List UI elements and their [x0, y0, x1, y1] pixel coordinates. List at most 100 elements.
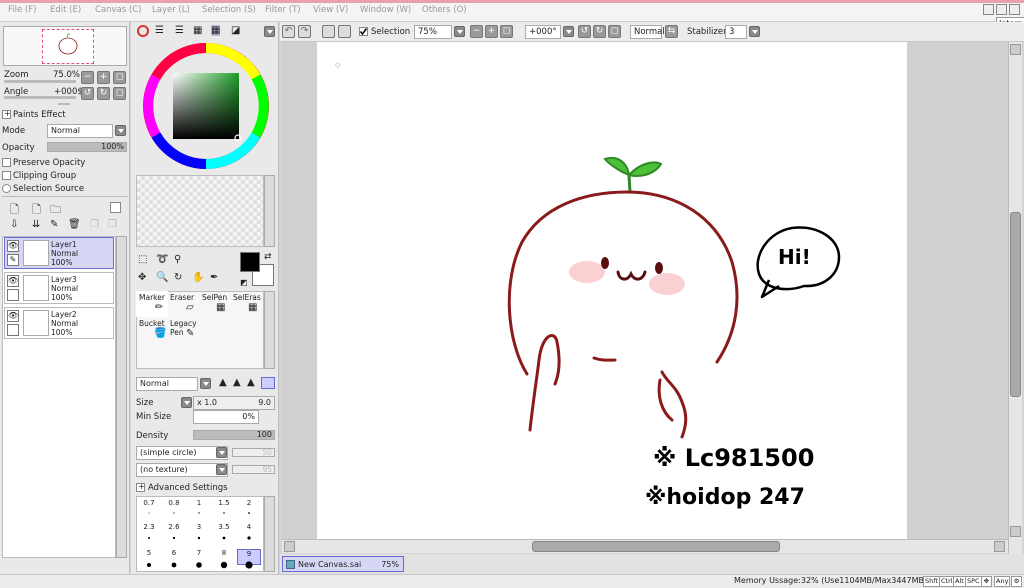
menu-file[interactable]: File (F) — [8, 5, 36, 15]
document-tab[interactable]: New Canvas.sai 75% — [282, 556, 404, 572]
eye-icon[interactable]: 👁 — [7, 275, 19, 287]
flip-icon[interactable]: ⇆ — [665, 25, 678, 38]
pen-icon[interactable]: ✎ — [7, 254, 19, 266]
new-layerset-icon[interactable]: 🗋 — [32, 201, 41, 220]
brush-shape-1-icon[interactable]: ▲ — [219, 377, 227, 388]
menu-filter[interactable]: Filter (T) — [265, 5, 301, 15]
brush-shape-field[interactable]: (simple circle) — [136, 446, 228, 460]
zoom-out-icon[interactable]: − — [470, 25, 483, 38]
menu-layer[interactable]: Layer (L) — [152, 5, 190, 15]
panel-grip[interactable] — [58, 103, 70, 105]
opacity-bar[interactable]: 100% — [47, 142, 127, 152]
layer-mode-dropdown-icon[interactable] — [115, 125, 126, 136]
marquee-tool-icon[interactable]: ⬚ — [138, 254, 147, 265]
swatch-area[interactable] — [136, 175, 264, 247]
rotate-tool-icon[interactable]: ↻ — [174, 272, 182, 283]
undo-icon[interactable]: ↶ — [282, 25, 295, 38]
layer-scrollbar[interactable] — [116, 236, 127, 558]
layer-mode-field[interactable]: Normal — [47, 124, 113, 138]
new-layer-icon[interactable]: 🗋 — [10, 201, 19, 220]
swap-colors-icon[interactable]: ⇄ — [264, 252, 272, 262]
clipping-group-checkbox[interactable] — [2, 171, 11, 180]
hsv-slider-tab-icon[interactable]: ☰ — [175, 25, 184, 36]
layer-row[interactable]: 👁 Layer2 Normal 100% — [4, 307, 114, 339]
minimize-button[interactable] — [983, 4, 994, 15]
eye-icon[interactable]: 👁 — [7, 310, 19, 322]
nav-zoom-out-icon[interactable]: − — [81, 71, 94, 84]
brush-blend-dropdown-icon[interactable] — [200, 378, 211, 389]
navigator-preview[interactable] — [3, 26, 127, 66]
texture-field[interactable]: (no texture) — [136, 463, 228, 477]
zoom-reset-icon[interactable]: ◻ — [500, 25, 513, 38]
intermediate-tab-icon[interactable]: ▦ — [193, 25, 202, 36]
scratchpad-tab-icon[interactable]: ◪ — [231, 25, 240, 36]
layer-row[interactable]: 👁 Layer3 Normal 100% — [4, 272, 114, 304]
nav-rotate-left-icon[interactable]: ↺ — [81, 87, 94, 100]
canvas-horizontal-scrollbar[interactable] — [282, 539, 1008, 553]
transfer-down-icon[interactable]: ⇩ — [10, 219, 18, 230]
zoom-field[interactable]: 75% — [414, 25, 452, 39]
seleras-tool-label[interactable]: SelEras — [233, 293, 261, 302]
rotate-left-icon[interactable]: ↺ — [578, 25, 591, 38]
brush-shape-2-icon[interactable]: ▲ — [233, 377, 241, 388]
zoom-slider[interactable] — [4, 80, 76, 83]
reset-colors-icon[interactable]: ◩ — [240, 278, 248, 287]
delete-layer-icon[interactable]: 🗑 — [68, 219, 81, 230]
deselect-icon[interactable] — [322, 25, 335, 38]
selection-checkbox[interactable] — [359, 27, 368, 36]
scroll-up-icon[interactable] — [1010, 44, 1021, 55]
paste-layer-icon[interactable]: ❐ — [108, 219, 117, 230]
brush-shape-3-icon[interactable]: ▲ — [247, 377, 255, 388]
advanced-settings-expand-icon[interactable]: + — [136, 482, 145, 492]
selpen-tool-label[interactable]: SelPen — [202, 293, 227, 302]
scroll-right-icon[interactable] — [994, 541, 1005, 552]
color-panel-dropdown-icon[interactable] — [264, 26, 275, 37]
close-button[interactable] — [1009, 4, 1020, 15]
stabilizer-field[interactable]: 3 — [725, 25, 747, 39]
restore-button[interactable] — [996, 4, 1007, 15]
brush-shape-dropdown-icon[interactable] — [216, 447, 227, 458]
clear-layer-icon[interactable]: ✎ — [50, 219, 58, 230]
swatch-scrollbar[interactable] — [264, 175, 275, 247]
size-multiplier-dropdown-icon[interactable] — [181, 397, 192, 408]
invert-selection-icon[interactable] — [338, 25, 351, 38]
angle-slider[interactable] — [4, 96, 76, 99]
menu-canvas[interactable]: Canvas (C) — [95, 5, 141, 15]
rotation-dropdown-icon[interactable] — [563, 26, 574, 37]
nav-zoom-in-icon[interactable]: + — [97, 71, 110, 84]
canvas-vertical-scrollbar[interactable] — [1008, 42, 1022, 554]
selection-source-radio[interactable] — [2, 184, 11, 193]
swatches-tab-icon[interactable]: ▦ — [211, 25, 221, 36]
copy-layer-icon[interactable]: ❐ — [90, 219, 99, 230]
legacy-pen-label-1[interactable]: Legacy — [170, 319, 197, 328]
pen-slot-icon[interactable] — [7, 289, 19, 301]
eye-icon[interactable]: 👁 — [7, 240, 19, 252]
redo-icon[interactable]: ↷ — [298, 25, 311, 38]
rgb-slider-tab-icon[interactable]: ☰ — [155, 25, 164, 36]
lasso-tool-icon[interactable]: ➰ — [156, 254, 168, 265]
zoom-in-icon[interactable]: + — [485, 25, 498, 38]
menu-selection[interactable]: Selection (S) — [202, 5, 256, 15]
zoom-tool-icon[interactable]: 🔍 — [156, 272, 168, 283]
rotate-reset-icon[interactable]: ◻ — [608, 25, 621, 38]
brush-shape-4-icon[interactable] — [261, 377, 275, 389]
scroll-left-icon[interactable] — [284, 541, 295, 552]
magic-wand-tool-icon[interactable]: ⚲ — [174, 254, 181, 265]
paints-effect-expand-icon[interactable]: + — [2, 109, 11, 119]
tool-grid-scrollbar[interactable] — [264, 291, 275, 369]
brush-shape-strength[interactable]: 50 — [232, 448, 275, 457]
layer-row[interactable]: 👁 ✎ Layer1 Normal 100% — [4, 237, 114, 269]
eyedropper-tool-icon[interactable]: ✒ — [210, 272, 218, 283]
rotate-right-icon[interactable]: ↻ — [593, 25, 606, 38]
bucket-tool-label[interactable]: Bucket — [139, 319, 165, 328]
menu-edit[interactable]: Edit (E) — [50, 5, 81, 15]
brush-size-scrollbar[interactable] — [264, 496, 275, 572]
pen-slot-icon[interactable] — [7, 324, 19, 336]
nav-rotate-reset-icon[interactable]: ◻ — [113, 87, 126, 100]
layer-misc-icon[interactable] — [110, 202, 121, 213]
stabilizer-dropdown-icon[interactable] — [749, 26, 760, 37]
size-bar[interactable]: x 1.0 9.0 — [193, 396, 275, 410]
menu-window[interactable]: Window (W) — [360, 5, 411, 15]
nav-rotate-right-icon[interactable]: ↻ — [97, 87, 110, 100]
blend-mode-field[interactable]: Normal — [630, 25, 665, 39]
